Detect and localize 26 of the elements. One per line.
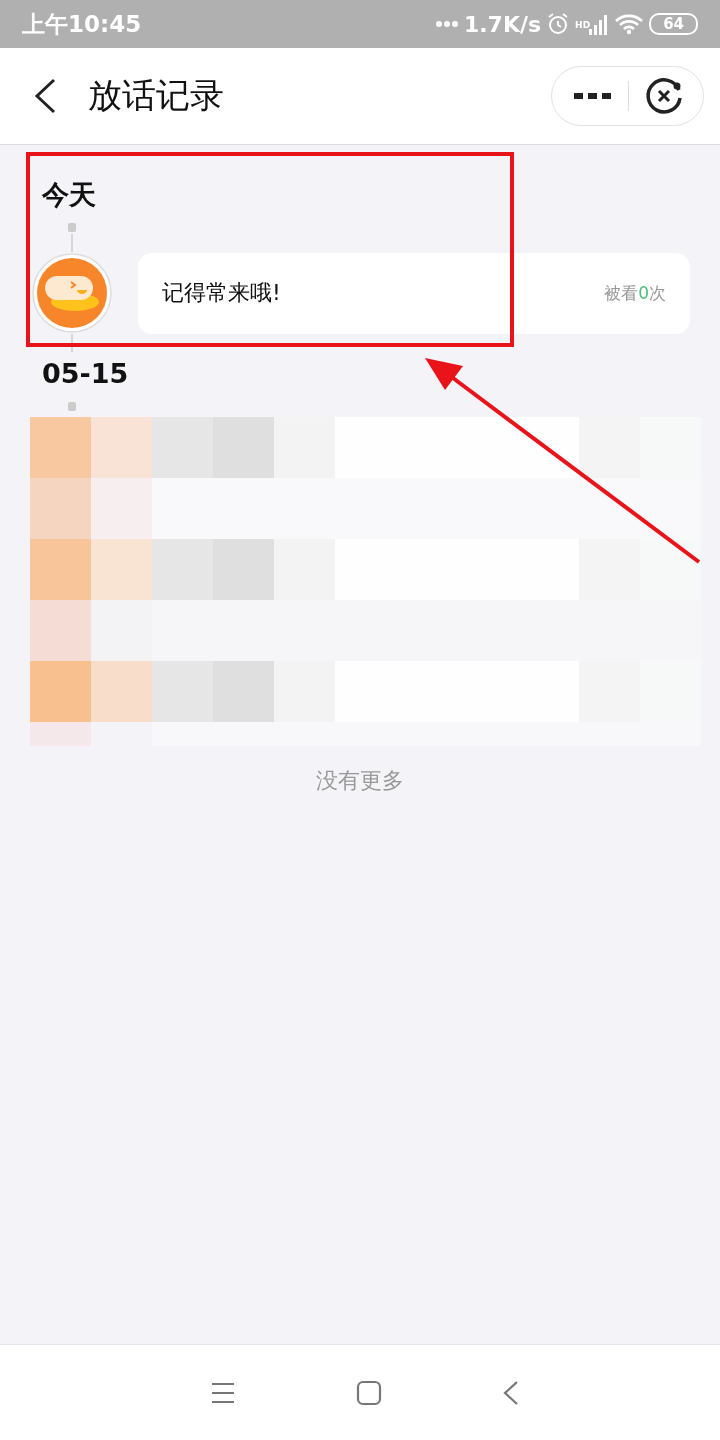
timeline-node [68,402,76,411]
back-button[interactable] [32,78,58,114]
page-title: 放话记录 [88,74,225,117]
dots-icon [434,19,459,29]
menu-icon[interactable] [210,1381,236,1404]
date-heading: 今天 [41,178,97,212]
timeline-line [71,234,73,252]
more-icon[interactable] [572,91,612,101]
views-count: 0 [638,282,649,303]
end-of-list-text: 没有更多 [315,767,405,795]
back-icon[interactable] [502,1379,520,1406]
message-text: 记得常来哦! [162,279,281,307]
date-heading: 05-15 [41,357,130,391]
signal-label: HD [575,19,591,30]
timeline-node [68,223,76,232]
network-speed: 1.7K/s [463,11,542,37]
views-label: 次 [649,282,666,303]
status-time: 上午10:45 [22,9,142,39]
timeline-line [71,334,73,352]
signal-icon [589,13,610,35]
close-icon[interactable] [645,76,685,116]
views-label: 被看 [604,282,639,303]
avatar-icon [31,252,113,334]
home-icon[interactable] [356,1379,382,1406]
wifi-icon [614,13,645,35]
battery-indicator: 64 [649,13,698,35]
